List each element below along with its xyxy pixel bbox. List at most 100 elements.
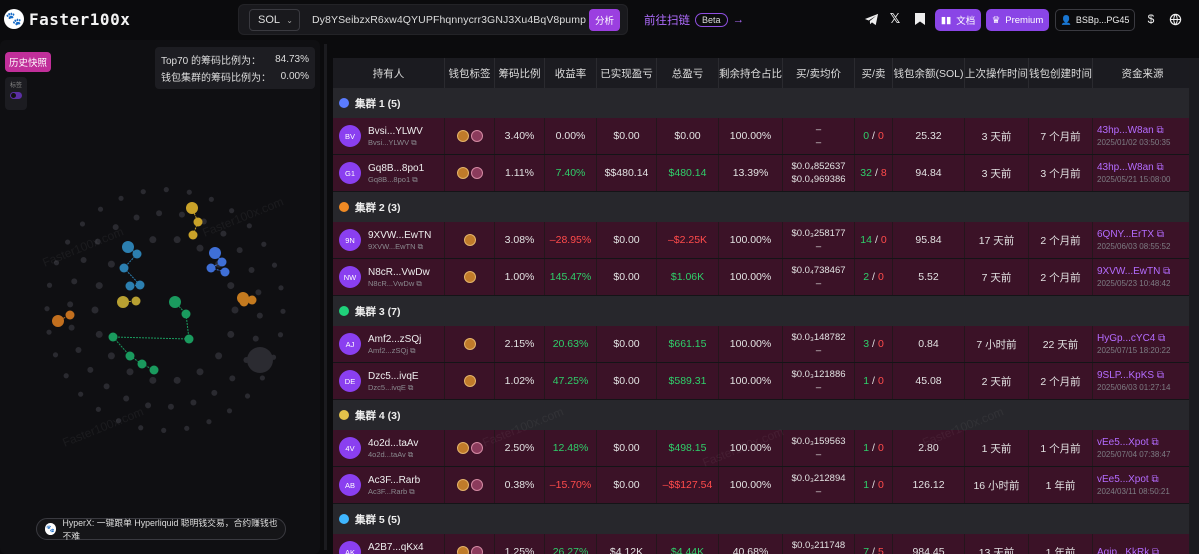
external-link-icon[interactable]: ⧉: [416, 242, 423, 251]
cluster-bubble[interactable]: [65, 310, 75, 320]
wallet-bubble[interactable]: [87, 366, 94, 373]
wallet-bubble[interactable]: [206, 419, 212, 425]
cluster-bubble[interactable]: [193, 217, 203, 227]
wallet-bubble[interactable]: [138, 425, 144, 431]
wallet-bubble[interactable]: [95, 330, 103, 338]
wallet-bubble[interactable]: [226, 408, 233, 414]
funding-source-cell[interactable]: Aqip...KkRk ⧉: [1093, 534, 1193, 554]
holder-cell[interactable]: 4V 4o2d...taAv 4o2d...taAv ⧉: [333, 430, 445, 466]
bookmark-icon[interactable]: [911, 10, 929, 28]
column-header[interactable]: 收益率: [545, 58, 597, 88]
external-link-icon[interactable]: ⧉: [1154, 370, 1164, 381]
external-link-icon[interactable]: ⧉: [407, 487, 414, 496]
wallet-bubble[interactable]: [259, 375, 265, 381]
external-link-icon[interactable]: ⧉: [1154, 162, 1163, 173]
wallet-bubble[interactable]: [196, 368, 204, 376]
column-header[interactable]: 上次操作时间: [965, 58, 1029, 88]
wallet-bubble[interactable]: [196, 244, 204, 252]
cluster-bubble[interactable]: [186, 202, 198, 214]
wallet-bubble[interactable]: [252, 335, 259, 342]
wallet-bubble[interactable]: [107, 260, 115, 268]
cluster-bubble[interactable]: [209, 247, 221, 259]
column-header[interactable]: 钱包余额(SOL): [893, 58, 965, 88]
table-row[interactable]: AB Ac3F...Rarb Ac3F...Rarb ⧉ 0.38% –15.70% $0…: [333, 467, 1199, 504]
wallet-bubble[interactable]: [208, 196, 214, 202]
cluster-header[interactable]: 集群 3 (7): [333, 296, 1199, 326]
funding-source-cell[interactable]: vEe5...Xpot ⧉ 2024/03/11 08:50:21: [1093, 467, 1193, 503]
cluster-bubble[interactable]: [137, 359, 147, 369]
cluster-bubble[interactable]: [119, 263, 129, 273]
wallet-bubble[interactable]: [145, 402, 152, 409]
cluster-header[interactable]: 集群 5 (5): [333, 504, 1199, 534]
wallet-bubble[interactable]: [80, 257, 87, 264]
external-link-icon[interactable]: ⧉: [414, 279, 421, 288]
cluster-bubble[interactable]: [188, 230, 198, 240]
wallet-bubble[interactable]: [229, 208, 235, 214]
cluster-bubble[interactable]: [125, 351, 135, 361]
holder-name[interactable]: 4o2d...taAv: [368, 437, 418, 450]
wallet-bubble[interactable]: [227, 282, 235, 290]
wallet-bubble[interactable]: [163, 187, 169, 193]
token-address-input[interactable]: Dy8YSeibzxR6xw4QYUPFhqnnycrr3GNJ3Xu4BqV8…: [312, 14, 586, 26]
holder-name[interactable]: Bvsi...YLWV: [368, 125, 423, 138]
scan-link[interactable]: 前往扫链 Beta →: [644, 12, 744, 28]
column-header[interactable]: 买/卖: [855, 58, 893, 88]
wallet-bubble[interactable]: [190, 399, 197, 406]
panel-divider[interactable]: [324, 44, 327, 550]
wallet-bubble[interactable]: [149, 376, 157, 384]
cluster-bubble[interactable]: [131, 296, 141, 306]
cluster-bubble[interactable]: [122, 241, 134, 253]
cluster-bubble[interactable]: [247, 295, 257, 305]
holder-name[interactable]: N8cR...VwDw: [368, 266, 430, 279]
wallet-bubble[interactable]: [156, 210, 163, 217]
wallet-bubble[interactable]: [271, 262, 278, 268]
wallet-bubble[interactable]: [278, 285, 284, 291]
holder-name[interactable]: Gq8B...8po1: [368, 162, 424, 175]
funding-source-link[interactable]: vEe5...Xpot ⧉: [1097, 436, 1159, 449]
funding-source-cell[interactable]: 43hp...W8an ⧉ 2025/01/02 03:50:35: [1093, 118, 1193, 154]
cluster-bubble[interactable]: [181, 309, 191, 319]
table-row[interactable]: DE Dzc5...ivqE Dzc5...ivqE ⧉ 1.02% 47.25% $0.…: [333, 363, 1199, 400]
wallet-bubble[interactable]: [140, 189, 146, 195]
wallet-bubble[interactable]: [103, 383, 110, 390]
wallet-bubble[interactable]: [236, 247, 243, 254]
holder-cell[interactable]: NW N8cR...VwDw N8cR...VwDw ⧉: [333, 259, 445, 295]
x-twitter-icon[interactable]: 𝕏: [886, 10, 904, 28]
wallet-bubble[interactable]: [95, 282, 103, 290]
wallet-bubble[interactable]: [280, 308, 286, 314]
column-header[interactable]: 买/卖均价: [783, 58, 855, 88]
cluster-bubble[interactable]: [239, 297, 249, 307]
wallet-bubble[interactable]: [261, 241, 267, 247]
funding-source-link[interactable]: 43hp...W8an ⧉: [1097, 161, 1164, 174]
analyze-button[interactable]: 分析: [589, 9, 620, 31]
holder-name[interactable]: A2B7...qKx4: [368, 541, 424, 554]
wallet-bubble[interactable]: [255, 289, 262, 296]
wallet-bubble[interactable]: [256, 312, 263, 319]
history-snapshot-button[interactable]: 历史快照: [5, 52, 51, 72]
column-header[interactable]: 总盈亏: [657, 58, 719, 88]
wallet-bubble[interactable]: [67, 301, 74, 308]
column-header[interactable]: 钱包标签: [445, 58, 495, 88]
holder-name[interactable]: Ac3F...Rarb: [368, 474, 420, 487]
table-scrollbar[interactable]: [1189, 58, 1199, 554]
funding-source-cell[interactable]: vEe5...Xpot ⧉ 2025/07/04 07:38:47: [1093, 430, 1193, 466]
table-row[interactable]: G1 Gq8B...8po1 Gq8B...8po1 ⧉ 1.11% 7.40% $$48…: [333, 155, 1199, 192]
wallet-bubble[interactable]: [97, 206, 104, 212]
docs-button[interactable]: ▮▮ 文档: [935, 9, 981, 31]
cluster-bubble[interactable]: [217, 257, 227, 267]
external-link-icon[interactable]: ⧉: [1154, 125, 1163, 136]
wallet-bubble[interactable]: [95, 406, 101, 412]
cluster-bubble[interactable]: [149, 365, 159, 375]
wallet-bubble[interactable]: [161, 427, 167, 433]
wallet-bubble[interactable]: [173, 376, 181, 384]
cluster-bubble[interactable]: [135, 280, 145, 290]
funding-source-cell[interactable]: 9XVW...EwTN ⧉ 2025/05/23 10:48:42: [1093, 259, 1193, 295]
wallet-bubble[interactable]: [167, 403, 174, 410]
table-row[interactable]: NW N8cR...VwDw N8cR...VwDw ⧉ 1.00% 145.47% $0…: [333, 259, 1199, 296]
holder-cell[interactable]: AB Ac3F...Rarb Ac3F...Rarb ⧉: [333, 467, 445, 503]
cluster-bubble[interactable]: [220, 267, 230, 277]
funding-source-link[interactable]: Aqip...KkRk ⧉: [1097, 546, 1159, 554]
telegram-icon[interactable]: [862, 10, 880, 28]
funding-source-link[interactable]: HyGp...cYC4 ⧉: [1097, 332, 1165, 345]
funding-source-link[interactable]: 9XVW...EwTN ⧉: [1097, 265, 1170, 278]
